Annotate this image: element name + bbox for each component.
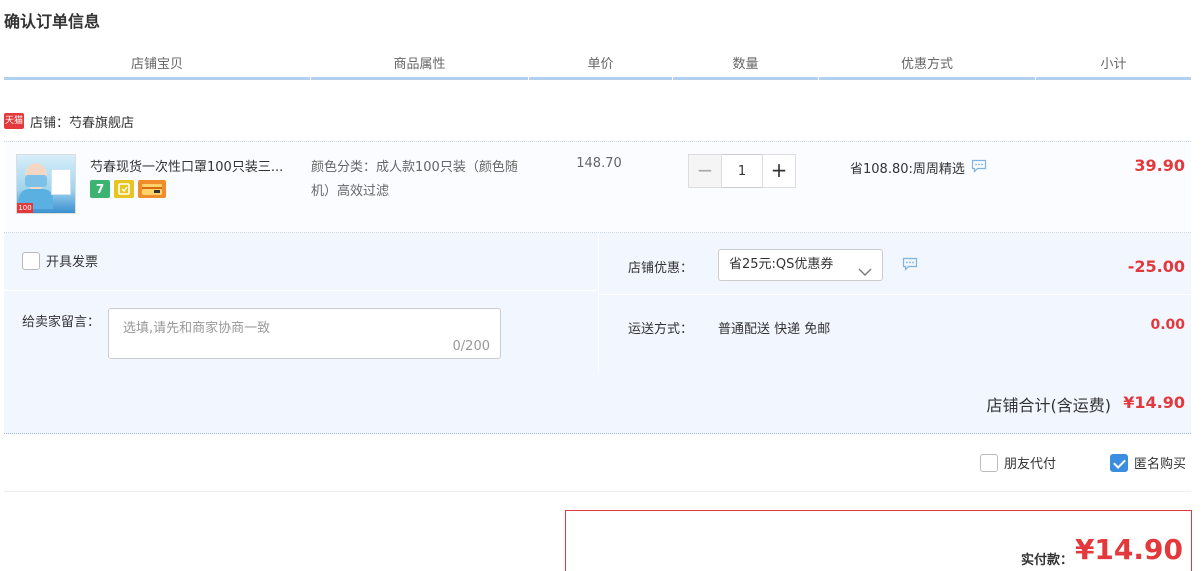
product-thumbnail[interactable]: 100: [16, 154, 76, 214]
invoice-checkbox[interactable]: [22, 251, 40, 270]
order-extras-panel: 开具发票 给卖家留言： 选填,请先和商家协商一致 0/200 店铺优惠： 省25…: [4, 233, 1191, 372]
anonymous-purchase-label: 匿名购买: [1134, 457, 1187, 472]
order-item-row: 100 芍春现货一次性口罩100只装三... 7 颜色分类：成人款100只装（颜…: [4, 141, 1191, 233]
payment-amount: ¥14.90: [1074, 533, 1183, 566]
column-header-discount: 优惠方式: [819, 54, 1035, 80]
column-header-quantity: 数量: [673, 54, 818, 80]
coupon-discount-amount: -25.00: [1127, 257, 1185, 276]
invoice-option[interactable]: 开具发票: [22, 251, 98, 270]
anonymous-purchase-option[interactable]: 匿名购买: [1110, 453, 1186, 472]
thumb-tag: 100: [17, 203, 33, 213]
message-char-counter: 0/200: [452, 339, 490, 354]
promotion-info: 省108.80:周周精选: [850, 158, 987, 177]
payment-label: 实付款：: [1020, 553, 1073, 568]
seller-message-field[interactable]: 选填,请先和商家协商一致 0/200: [108, 308, 501, 359]
shipping-label: 运送方式：: [628, 322, 694, 337]
payment-summary-box: 实付款： ¥14.90: [565, 510, 1192, 571]
thumb-figure-mask: [25, 175, 47, 187]
seven-day-return-icon[interactable]: 7: [90, 180, 110, 198]
invoice-label: 开具发票: [46, 255, 99, 270]
message-icon[interactable]: [971, 159, 987, 177]
coupon-label: 店铺优惠：: [628, 261, 694, 276]
chevron-down-icon: [858, 259, 872, 289]
coupon-select[interactable]: 省25元:QS优惠券: [718, 249, 883, 281]
friend-pay-option[interactable]: 朋友代付: [980, 453, 1056, 472]
seller-message-placeholder: 选填,请先和商家协商一致: [123, 321, 271, 336]
shipping-fee: 0.00: [1150, 317, 1185, 333]
friend-pay-checkbox[interactable]: [980, 453, 998, 472]
friend-pay-label: 朋友代付: [1004, 457, 1057, 472]
unit-price: 148.70: [576, 156, 622, 171]
shop-total-row: 店铺合计(含运费) ¥14.90: [4, 372, 1191, 434]
column-header-attributes: 商品属性: [311, 54, 528, 80]
message-icon[interactable]: [902, 257, 918, 275]
product-title-link[interactable]: 芍春现货一次性口罩100只装三...: [90, 156, 304, 175]
divider: [599, 294, 1191, 295]
quantity-stepper: − +: [688, 154, 796, 188]
tmall-badge-icon: 天猫: [4, 113, 24, 129]
column-header-unit-price: 单价: [529, 54, 672, 80]
page-title: 确认订单信息: [4, 12, 101, 31]
promotion-text: 省108.80:周周精选: [850, 162, 965, 177]
column-header-subtotal: 小计: [1036, 54, 1191, 80]
shop-total-amount: ¥14.90: [1123, 393, 1185, 412]
item-subtotal: 39.90: [1134, 156, 1185, 175]
thumb-product-box: [51, 169, 71, 195]
increase-quantity-button[interactable]: +: [762, 154, 796, 188]
column-headers: 店铺宝贝 商品属性 单价 数量 优惠方式 小计: [4, 54, 1191, 80]
shipping-method: 普通配送 快递 免邮: [718, 322, 831, 337]
anonymous-purchase-checkbox[interactable]: [1110, 453, 1128, 472]
divider: [598, 233, 599, 372]
shipping-insurance-icon[interactable]: [114, 180, 134, 198]
credit-card-icon[interactable]: [138, 180, 166, 198]
product-attributes: 颜色分类：成人款100只装（颜色随机）高效过滤: [311, 160, 518, 199]
divider: [4, 290, 598, 291]
decrease-quantity-button[interactable]: −: [688, 154, 722, 188]
shop-name[interactable]: 店铺：芍春旗舰店: [30, 112, 134, 131]
payment-options-row: 朋友代付 匿名购买: [4, 434, 1191, 492]
message-label: 给卖家留言：: [22, 315, 101, 330]
shop-total-label: 店铺合计(含运费): [986, 396, 1112, 415]
coupon-selected-value: 省25元:QS优惠券: [729, 257, 834, 272]
shop-row: 天猫 店铺：芍春旗舰店: [4, 110, 134, 132]
extras-left: 开具发票 给卖家留言： 选填,请先和商家协商一致 0/200: [4, 233, 598, 372]
quantity-input[interactable]: [722, 154, 762, 188]
column-header-item: 店铺宝贝: [4, 54, 310, 80]
service-icons: 7: [90, 180, 166, 198]
